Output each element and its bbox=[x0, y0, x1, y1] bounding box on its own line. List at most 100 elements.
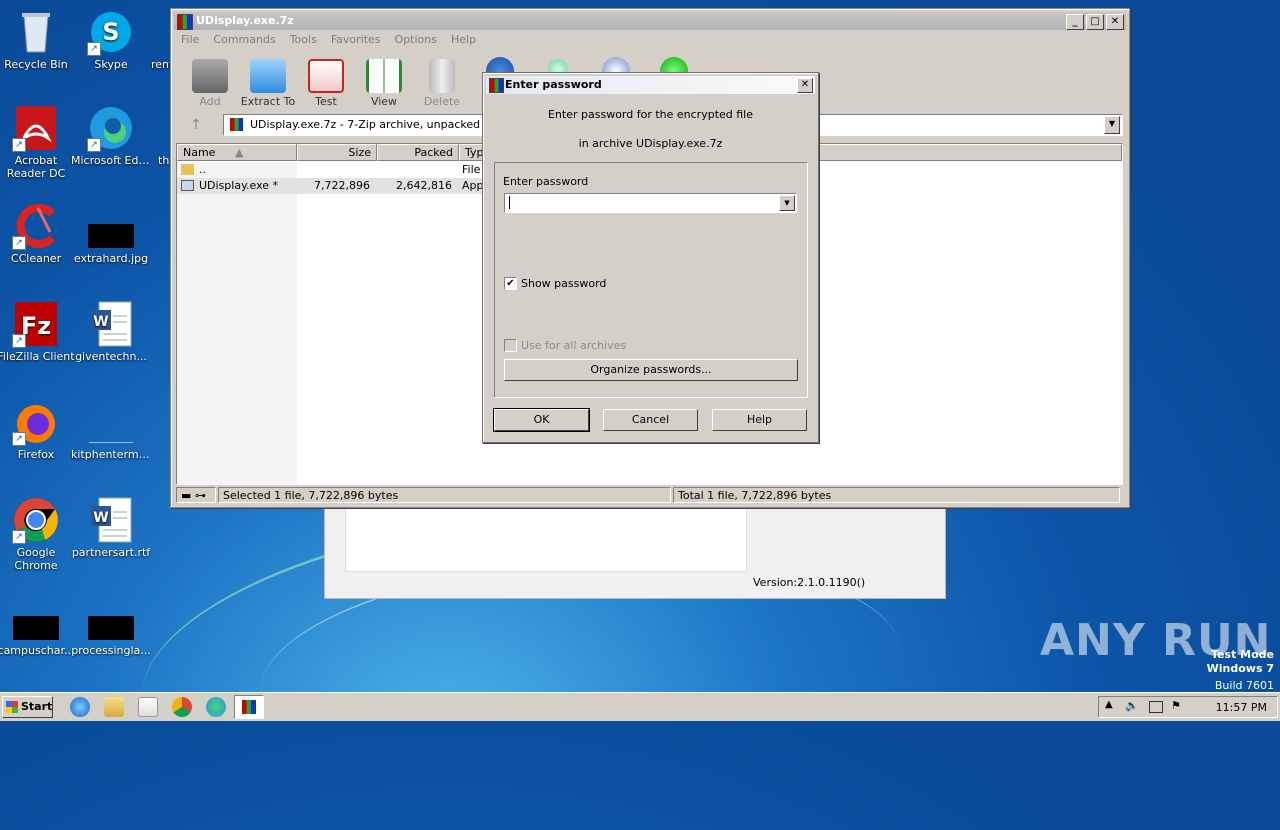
desktop-icon-kitphentermi[interactable]: kitphentermi... bbox=[71, 398, 151, 461]
edge-icon: ↗ bbox=[87, 104, 135, 152]
dialog-title-bar[interactable]: Enter password ✕ bbox=[486, 76, 815, 94]
file-explorer-icon[interactable] bbox=[104, 697, 124, 717]
archive-app-icon bbox=[242, 700, 256, 714]
dialog-close-button[interactable]: ✕ bbox=[797, 78, 813, 93]
desktop-icon-label: Firefox bbox=[17, 448, 55, 461]
windows-version-label: Windows 7 bbox=[1206, 662, 1274, 675]
start-button[interactable]: Start bbox=[2, 696, 53, 718]
version-label: Version:2.1.0.1190() bbox=[753, 576, 866, 589]
desktop-icon-label: Recycle Bin bbox=[4, 58, 68, 71]
add-icon bbox=[192, 59, 228, 93]
system-tray: ▲ 🔈 ⚑ 11:57 PM bbox=[1098, 696, 1278, 718]
desktop-icon-campuschar[interactable]: campuschar... bbox=[0, 594, 76, 657]
chevron-down-icon[interactable]: ▼ bbox=[779, 195, 795, 211]
desktop-icon-label: CCleaner bbox=[10, 252, 62, 265]
desktop-icon-label: campuschar... bbox=[0, 644, 75, 657]
status-selected: Selected 1 file, 7,722,896 bytes bbox=[218, 487, 671, 503]
desktop-icon-label: partnersart.rtf bbox=[71, 546, 151, 559]
up-folder-button[interactable]: ↑ bbox=[183, 117, 209, 135]
table-row[interactable]: .. File bbox=[177, 162, 487, 178]
cancel-button[interactable]: Cancel bbox=[603, 409, 698, 431]
test-button[interactable]: Test bbox=[297, 55, 355, 113]
desktop-icon-skype[interactable]: S ↗ Skype bbox=[71, 8, 151, 71]
password-group: Enter password ▼ ✔ Show password Use for… bbox=[494, 162, 808, 398]
menu-file[interactable]: File bbox=[174, 31, 206, 49]
desktop-icon-processingla[interactable]: processingla... bbox=[71, 594, 151, 657]
trash-icon bbox=[429, 59, 455, 93]
close-button[interactable]: ✕ bbox=[1106, 14, 1124, 30]
password-input[interactable]: ▼ bbox=[504, 193, 797, 213]
desktop-icon-edge[interactable]: ↗ Microsoft Edge bbox=[71, 104, 151, 167]
menu-commands[interactable]: Commands bbox=[206, 31, 282, 49]
menu-favorites[interactable]: Favorites bbox=[324, 31, 388, 49]
help-button[interactable]: Help bbox=[712, 409, 807, 431]
clock[interactable]: 11:57 PM bbox=[1216, 701, 1267, 714]
chevron-down-icon[interactable]: ▼ bbox=[1104, 116, 1120, 134]
desktop-icon-giventechn[interactable]: W giventechn... bbox=[71, 300, 151, 363]
desktop-icon-acrobat[interactable]: ↗ Acrobat Reader DC bbox=[0, 104, 76, 180]
organize-passwords-button[interactable]: Organize passwords... bbox=[504, 359, 798, 381]
column-header-size[interactable]: Size bbox=[297, 144, 377, 161]
dialog-message-1: Enter password for the encrypted file bbox=[547, 108, 754, 121]
acrobat-icon: ↗ bbox=[12, 104, 60, 152]
book-icon bbox=[366, 59, 402, 93]
add-button[interactable]: Add bbox=[181, 55, 239, 113]
image-icon bbox=[12, 594, 60, 642]
desktop-icon-firefox[interactable]: ↗ Firefox bbox=[0, 398, 76, 461]
image-icon bbox=[87, 202, 135, 250]
image-icon bbox=[87, 594, 135, 642]
drive-key-icon: ▬ ⊶ bbox=[176, 487, 216, 503]
svg-text:W: W bbox=[93, 314, 108, 330]
window-controls: _ □ ✕ bbox=[1066, 14, 1124, 30]
media-player-icon[interactable] bbox=[138, 697, 158, 717]
menu-help[interactable]: Help bbox=[444, 31, 483, 49]
internet-explorer-icon[interactable] bbox=[70, 697, 90, 717]
desktop-icon-label: Skype bbox=[94, 58, 128, 71]
recycle-bin-icon bbox=[12, 8, 60, 56]
desktop-icon-recycle-bin[interactable]: Recycle Bin bbox=[0, 8, 76, 71]
desktop-icon-chrome[interactable]: ↗ Google Chrome bbox=[0, 496, 76, 572]
table-row[interactable]: UDisplay.exe * 7,722,896 2,642,816 Appl bbox=[177, 178, 487, 194]
column-header-name[interactable]: Name ▲ bbox=[177, 144, 297, 161]
menu-bar: File Commands Tools Favorites Options He… bbox=[174, 31, 1126, 49]
view-button[interactable]: View bbox=[355, 55, 413, 113]
show-hidden-icons-icon[interactable]: ▲ bbox=[1105, 699, 1113, 710]
window-title: UDisplay.exe.7z bbox=[196, 14, 294, 27]
taskbar-winrar-button[interactable] bbox=[234, 695, 264, 719]
chrome-icon[interactable] bbox=[172, 697, 192, 717]
ok-button[interactable]: OK bbox=[493, 408, 590, 432]
desktop-icon-filezilla[interactable]: Fz ↗ FileZilla Client bbox=[0, 300, 76, 363]
column-header-packed[interactable]: Packed bbox=[377, 144, 459, 161]
add-label: Add bbox=[199, 95, 221, 108]
archive-icon bbox=[230, 118, 243, 131]
desktop-icon-extrahard[interactable]: extrahard.jpg bbox=[71, 202, 151, 265]
desktop-icon-partnersart[interactable]: W partnersart.rtf bbox=[71, 496, 151, 559]
archive-app-icon bbox=[489, 78, 504, 93]
name-column-shade bbox=[177, 162, 297, 484]
build-label: Build 7601 bbox=[1214, 679, 1274, 692]
delete-button[interactable]: Delete bbox=[413, 55, 471, 113]
test-mode-label: Test Mode bbox=[1211, 648, 1274, 661]
title-bar[interactable]: UDisplay.exe.7z _ □ ✕ bbox=[174, 12, 1126, 30]
svg-text:W: W bbox=[93, 510, 108, 526]
menu-options[interactable]: Options bbox=[388, 31, 444, 49]
folder-up-icon bbox=[181, 164, 194, 175]
desktop-icon-ccleaner[interactable]: ↗ CCleaner bbox=[0, 202, 76, 265]
show-password-checkbox[interactable]: ✔ bbox=[504, 277, 517, 290]
password-dialog: Enter password ✕ Enter password for the … bbox=[482, 72, 819, 443]
action-center-flag-icon[interactable]: ⚑ bbox=[1171, 699, 1181, 712]
edge-icon[interactable] bbox=[206, 697, 226, 717]
maximize-button[interactable]: □ bbox=[1086, 14, 1104, 30]
desktop-icon-label: Acrobat Reader DC bbox=[6, 154, 66, 180]
network-icon[interactable] bbox=[1149, 701, 1163, 713]
taskbar: Start ▲ 🔈 ⚑ 11:57 PM bbox=[0, 692, 1280, 721]
show-password-label[interactable]: Show password bbox=[521, 277, 606, 290]
desktop-icon-label: extrahard.jpg bbox=[73, 252, 149, 265]
desktop-icon-label: Google Chrome bbox=[14, 546, 58, 572]
minimize-button[interactable]: _ bbox=[1066, 14, 1084, 30]
extract-to-button[interactable]: Extract To bbox=[239, 55, 297, 113]
volume-icon[interactable]: 🔈 bbox=[1125, 699, 1139, 712]
status-bar: ▬ ⊶ Selected 1 file, 7,722,896 bytes Tot… bbox=[174, 487, 1126, 504]
desktop-icon-label: processingla... bbox=[71, 644, 151, 657]
menu-tools[interactable]: Tools bbox=[283, 31, 324, 49]
